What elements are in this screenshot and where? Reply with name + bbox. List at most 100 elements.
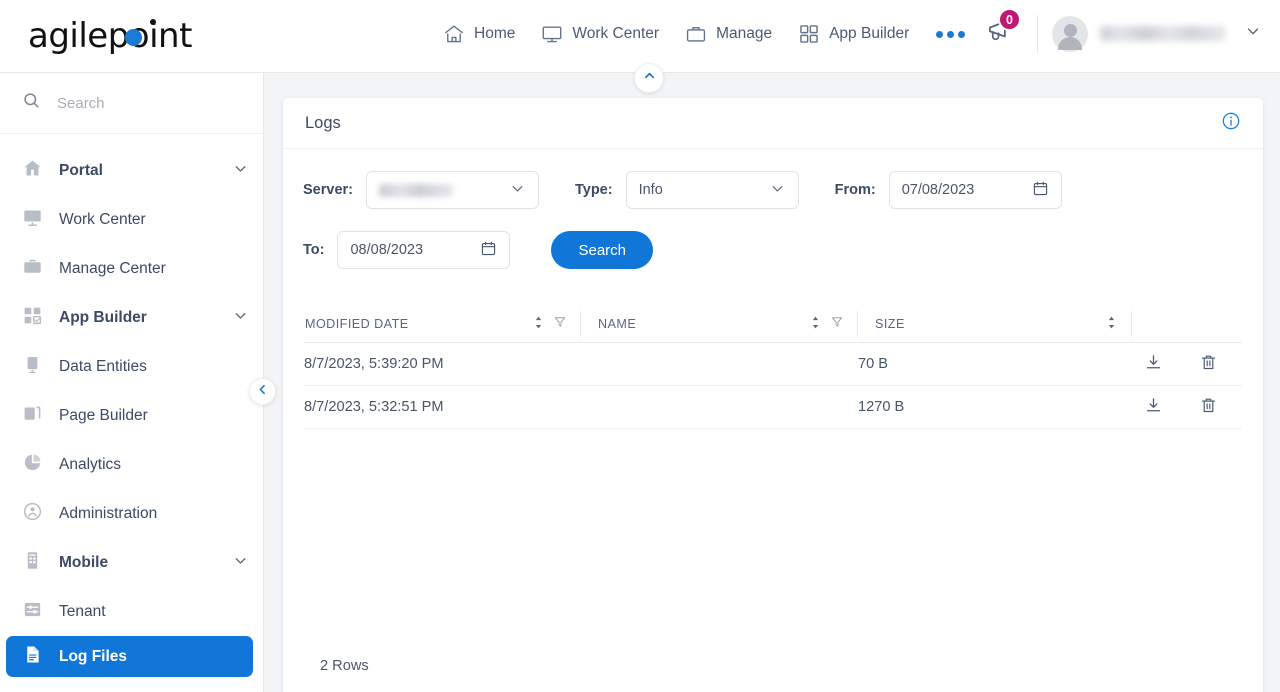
chevron-up-icon (642, 68, 657, 88)
from-date-input[interactable]: 07/08/2023 (888, 171, 1062, 209)
header-divider (1037, 14, 1038, 53)
sliders-icon (22, 599, 43, 625)
sidebar-item-administration[interactable]: Administration (0, 489, 263, 538)
calendar-icon[interactable] (1032, 180, 1049, 201)
pie-chart-icon (22, 452, 43, 478)
logs-card: Logs Server: Type: Info From: 07/08/2023… (283, 98, 1263, 692)
trash-icon[interactable] (1199, 353, 1218, 376)
nav-item-manage[interactable]: Manage (672, 17, 785, 51)
sidebar-item-app-builder[interactable]: App Builder (0, 293, 263, 342)
mobile-icon (22, 550, 43, 576)
table-row[interactable]: 8/7/2023, 5:39:20 PM 70 B (304, 343, 1242, 386)
server-select-value (378, 183, 453, 197)
sidebar-item-work-center[interactable]: Work Center (0, 195, 263, 244)
user-menu[interactable] (1052, 15, 1262, 52)
table-row[interactable]: 8/7/2023, 5:32:51 PM 1270 B (304, 386, 1242, 429)
filter-icon[interactable] (831, 316, 843, 331)
sidebar-item-label: Page Builder (59, 406, 148, 424)
sidebar-item-log-files[interactable]: Log Files (6, 636, 253, 677)
sidebar-item-analytics[interactable]: Analytics (0, 440, 263, 489)
sidebar-item-label: Log Files (59, 647, 128, 665)
ellipsis-icon[interactable] (922, 25, 979, 44)
logo-i-dot-icon (150, 19, 156, 25)
briefcase-icon (685, 23, 707, 45)
from-date-value: 07/08/2023 (901, 182, 975, 198)
logo-text: agilepoint (28, 16, 192, 56)
document-icon (22, 644, 43, 670)
monitor-icon (541, 23, 563, 45)
sort-icon[interactable] (533, 316, 544, 332)
server-label: Server: (303, 182, 353, 198)
sidebar-item-label: Manage Center (59, 259, 166, 277)
type-label: Type: (574, 182, 613, 198)
filters-row-2: To: 08/08/2023 Search (303, 231, 1243, 269)
type-select[interactable]: Info (625, 171, 799, 209)
sidebar-menu: Portal Work Center Manage Center App Bui… (0, 134, 263, 677)
server-select[interactable] (365, 171, 539, 209)
sidebar-item-data-entities[interactable]: Data Entities (0, 342, 263, 391)
cell-size: 70 B (858, 356, 889, 372)
column-header-name[interactable]: NAME (581, 310, 858, 337)
grid-icon (798, 23, 820, 45)
logs-table: MODIFIED DATE NAME SIZE 8/7/2023, 5:39:2… (304, 305, 1242, 429)
sidebar-item-mobile[interactable]: Mobile (0, 538, 263, 587)
sidebar-item-label: Data Entities (59, 357, 147, 375)
trash-icon[interactable] (1199, 396, 1218, 419)
column-header-modified-date[interactable]: MODIFIED DATE (304, 310, 581, 337)
to-date-value: 08/08/2023 (350, 242, 424, 258)
sidebar-item-manage-center[interactable]: Manage Center (0, 244, 263, 293)
sidebar: Portal Work Center Manage Center (0, 73, 264, 692)
sidebar-item-portal[interactable]: Portal (0, 146, 263, 195)
notifications-button[interactable]: 0 (973, 8, 1027, 57)
chevron-down-icon (509, 180, 526, 201)
column-header-size[interactable]: SIZE (858, 310, 1132, 337)
collapse-sidebar-button[interactable] (249, 378, 276, 405)
avatar (1052, 15, 1088, 52)
home-icon (443, 23, 465, 45)
download-icon[interactable] (1144, 353, 1163, 376)
home-icon (22, 158, 43, 184)
logs-card-header: Logs (283, 98, 1263, 149)
chevron-down-icon (232, 160, 249, 182)
cell-modified-date: 8/7/2023, 5:39:20 PM (304, 356, 444, 372)
to-date-input[interactable]: 08/08/2023 (337, 231, 511, 269)
sort-icon[interactable] (810, 316, 821, 332)
download-icon[interactable] (1144, 396, 1163, 419)
sidebar-item-label: App Builder (59, 308, 147, 326)
nav-item-manage-label: Manage (716, 25, 773, 42)
agilepoint-logo[interactable]: agilepoint (28, 16, 192, 56)
chevron-left-icon (256, 383, 269, 401)
nav-item-app-builder[interactable]: App Builder (785, 17, 922, 51)
info-circle-icon[interactable] (1221, 111, 1241, 136)
filter-icon[interactable] (554, 316, 566, 331)
chevron-down-icon (1244, 22, 1262, 45)
sidebar-item-label: Tenant (59, 602, 106, 620)
search-button[interactable]: Search (551, 231, 653, 269)
search-input[interactable] (55, 93, 225, 113)
sidebar-item-label: Work Center (59, 210, 146, 228)
logo-dot-icon (125, 29, 142, 46)
collapse-header-button[interactable] (634, 63, 664, 93)
sort-icon[interactable] (1106, 316, 1117, 332)
page-title: Logs (305, 113, 341, 132)
column-header-label: NAME (598, 316, 637, 331)
cell-size: 1270 B (858, 399, 905, 415)
briefcase-icon (22, 256, 43, 282)
filters-row-1: Server: Type: Info From: 07/08/2023 (303, 171, 1243, 209)
monitor-list-icon (22, 207, 43, 233)
sidebar-search[interactable] (0, 73, 263, 134)
table-header-row: MODIFIED DATE NAME SIZE (304, 305, 1242, 343)
notification-badge: 0 (998, 8, 1021, 31)
sidebar-item-tenant[interactable]: Tenant (0, 587, 263, 636)
database-icon (22, 354, 43, 380)
row-count-label: 2 Rows (320, 658, 369, 674)
nav-item-work-center[interactable]: Work Center (528, 17, 672, 51)
sidebar-item-page-builder[interactable]: Page Builder (0, 391, 263, 440)
chevron-down-icon (232, 552, 249, 574)
megaphone-icon (983, 20, 1013, 50)
nav-item-home[interactable]: Home (430, 17, 528, 51)
column-header-actions (1132, 311, 1242, 337)
grid-check-icon (22, 305, 43, 331)
cell-actions (1132, 396, 1242, 419)
calendar-icon[interactable] (480, 240, 497, 261)
